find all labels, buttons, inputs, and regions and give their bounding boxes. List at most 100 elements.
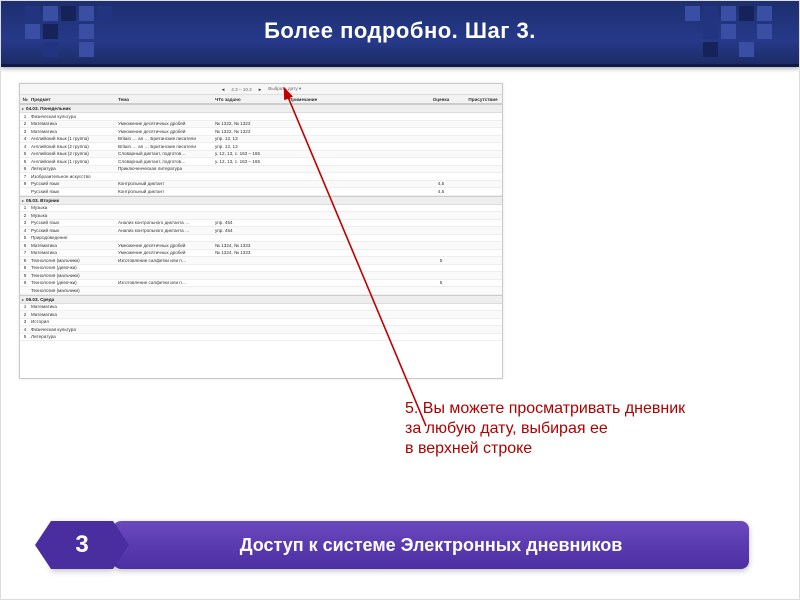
- cell: 2: [20, 121, 30, 126]
- cell: 5: [20, 334, 30, 339]
- cell: Контрольный диктант: [117, 189, 214, 194]
- table-row: 5Природоведение: [20, 235, 502, 243]
- deco-square: [25, 6, 40, 21]
- next-week-button[interactable]: ►: [258, 87, 263, 92]
- deco-square: [703, 24, 718, 39]
- table-row: 5Литература: [20, 334, 502, 342]
- cell: Britain … an … Британские писатели: [117, 136, 214, 141]
- cell: Технология (девочки): [30, 265, 117, 270]
- cell: Английский язык (1 группа): [30, 159, 117, 164]
- cell: 4: [20, 136, 30, 141]
- cell: Русский язык: [30, 181, 117, 186]
- cell: Изготовление салфетки или п…: [117, 258, 214, 263]
- cell: № 1322, № 1323: [214, 121, 288, 126]
- col-topic: Тема: [117, 97, 214, 102]
- table-row: 9Технология (девочки)Изготовление салфет…: [20, 280, 502, 288]
- deco-square: [757, 24, 772, 39]
- day-header[interactable]: 04.03. Понедельник: [20, 104, 502, 113]
- deco-square: [79, 42, 94, 57]
- deco-square: [685, 6, 700, 21]
- cell: 5: [20, 151, 30, 156]
- table-row: 2Музыка: [20, 212, 502, 220]
- cell: 7: [20, 174, 30, 179]
- cell: 5: [20, 159, 30, 164]
- deco-square: [721, 6, 736, 21]
- cell: у. 12, 13, с. 163 – 165: [214, 151, 288, 156]
- cell: 4: [20, 144, 30, 149]
- callout-line3: в верхней строке: [405, 440, 532, 457]
- cell: Математика: [30, 304, 117, 309]
- table-row: 2Математика: [20, 311, 502, 319]
- table-row: 1Музыка: [20, 205, 502, 213]
- day-header[interactable]: 05.03. Вторник: [20, 196, 502, 205]
- deco-square: [25, 24, 40, 39]
- cell: № 1324, № 1333: [214, 243, 288, 248]
- cell: 7: [20, 250, 30, 255]
- cell: № 1322, № 1323: [214, 129, 288, 134]
- cell: Анализ контрольного диктанта …: [117, 220, 214, 225]
- cell: Словарный диктант, подготов…: [117, 159, 214, 164]
- table-row: 9Русский языкКонтрольный диктант4,5: [20, 181, 502, 189]
- deco-square: [43, 24, 58, 39]
- deco-square: [61, 6, 76, 21]
- table-row: 4Английский язык (2 группа)Britain … an …: [20, 143, 502, 151]
- cell: 5: [420, 280, 462, 285]
- cell: Технология (мальчики): [30, 258, 117, 263]
- cell: Русский язык: [30, 228, 117, 233]
- table-row: 4Физическая культура: [20, 326, 502, 334]
- cell: 9: [20, 273, 30, 278]
- deco-square: [739, 6, 754, 21]
- table-row: 9Технология (мальчики): [20, 272, 502, 280]
- cell: Литература: [30, 166, 117, 171]
- deco-square: [721, 24, 736, 39]
- step-chip: 3: [51, 521, 113, 569]
- step-number: 3: [75, 531, 88, 559]
- cell: упр. 12, 13: [214, 136, 288, 141]
- table-row: 7Изобразительное искусство: [20, 173, 502, 181]
- cell: у. 12, 13, с. 163 – 165: [214, 159, 288, 164]
- cell: упр. 454: [214, 220, 288, 225]
- deco-square: [757, 6, 772, 21]
- cell: Математика: [30, 121, 117, 126]
- cell: Английский язык (2 группа): [30, 144, 117, 149]
- cell: упр. 454: [214, 228, 288, 233]
- table-row: 5Английский язык (2 группа)Словарный дик…: [20, 151, 502, 159]
- footer-caption: Доступ к системе Электронных дневников: [240, 535, 623, 556]
- cell: 8: [20, 265, 30, 270]
- prev-week-button[interactable]: ◄: [221, 87, 226, 92]
- table-row: 7МатематикаУмножение десятичных дробей№ …: [20, 250, 502, 258]
- day-header[interactable]: 06.03. Среда: [20, 295, 502, 304]
- cell: Приключенческая литература: [117, 166, 214, 171]
- cell: 3: [20, 220, 30, 225]
- col-comment: Примечание: [288, 97, 420, 102]
- table-row: 3История: [20, 319, 502, 327]
- header-bar: Более подробно. Шаг 3.: [1, 1, 799, 67]
- cell: Математика: [30, 312, 117, 317]
- cell: 1: [20, 205, 30, 210]
- table-row: 4Английский язык (1 группа)Britain … an …: [20, 136, 502, 144]
- cell: Физическая культура: [30, 114, 117, 119]
- table-row: 3Русский языкАнализ контрольного диктант…: [20, 220, 502, 228]
- deco-square: [79, 24, 94, 39]
- cell: Английский язык (2 группа): [30, 151, 117, 156]
- cell: Технология (мальчики): [30, 288, 117, 293]
- cell: Изобразительное искусство: [30, 174, 117, 179]
- cell: Словарный диктант, подготов…: [117, 151, 214, 156]
- cell: 2: [20, 213, 30, 218]
- col-attend: Присутствие: [462, 97, 504, 102]
- table-row: 1Математика: [20, 304, 502, 312]
- cell: Технология (мальчики): [30, 273, 117, 278]
- cell: 4: [20, 228, 30, 233]
- cell: 4,5: [420, 189, 462, 194]
- header-underline: [1, 64, 799, 67]
- table-row: 6МатематикаУмножение десятичных дробей№ …: [20, 242, 502, 250]
- cell: Музыка: [30, 213, 117, 218]
- date-range-label: 4.3 – 10.3: [231, 87, 251, 92]
- choose-date-dropdown[interactable]: Выбрать дату ▾: [268, 86, 301, 92]
- table-row: 8Технология (девочки): [20, 265, 502, 273]
- deco-square: [79, 6, 94, 21]
- deco-square: [43, 6, 58, 21]
- cell: 4,5: [420, 181, 462, 186]
- cell: Технология (девочки): [30, 280, 117, 285]
- cell: Физическая культура: [30, 327, 117, 332]
